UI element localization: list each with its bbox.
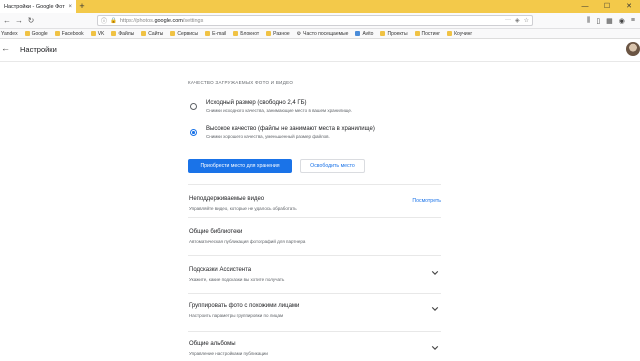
radio-original[interactable] xyxy=(190,103,197,110)
back-arrow-icon[interactable]: ← xyxy=(1,43,10,53)
address-bar[interactable]: ⓘ 🔒 https://photos.google.com/settings ·… xyxy=(97,15,533,26)
row-subtitle: Управляйте видео, которые не удалось обр… xyxy=(189,206,297,211)
avatar[interactable] xyxy=(626,42,640,56)
bookmark-avito[interactable]: Avito xyxy=(355,31,373,37)
folder-icon xyxy=(170,31,176,36)
buy-storage-button[interactable]: Приобрести место для хранения xyxy=(188,159,292,173)
library-icon[interactable]: ⫼ xyxy=(587,17,590,25)
bookmark-services[interactable]: Сервисы xyxy=(170,31,198,37)
option-title: Высокое качество (файлы не занимают мест… xyxy=(206,126,375,132)
minimize-button[interactable]: — xyxy=(574,0,596,13)
option-title: Исходный размер (свободно 2,4 ГБ) xyxy=(206,100,307,106)
row-subtitle: Настроить параметры группировки по лицам xyxy=(189,313,284,318)
avito-icon xyxy=(355,31,361,36)
more-actions-icon[interactable]: ··· xyxy=(505,17,511,24)
free-up-space-button[interactable]: Освободить место xyxy=(300,159,365,173)
folder-icon xyxy=(205,31,211,36)
bookmark-star-icon[interactable]: ☆ xyxy=(524,17,529,24)
bookmark-google[interactable]: Google xyxy=(24,31,48,37)
tab-close-icon[interactable]: × xyxy=(68,4,72,10)
bookmark-misc[interactable]: Разное xyxy=(266,31,290,37)
folder-icon xyxy=(447,31,453,36)
chevron-down-icon[interactable] xyxy=(431,269,439,277)
bookmark-email[interactable]: E-mail xyxy=(205,31,226,37)
forward-arrow-icon[interactable]: → xyxy=(15,16,23,25)
bookmark-most-visited[interactable]: ⚙ Часто посещаемые xyxy=(297,31,349,37)
new-tab-button[interactable]: + xyxy=(76,0,88,13)
section-label: КАЧЕСТВО ЗАГРУЖАЕМЫХ ФОТО И ВИДЕО xyxy=(188,80,294,85)
bookmarks-bar: Yandex Google Facebook VK Файлы Сайты Се… xyxy=(0,29,640,39)
browser-toolbar: ← → ↻ ⓘ 🔒 https://photos.google.com/sett… xyxy=(0,13,640,29)
row-subtitle: Автоматическая публикация фотографий для… xyxy=(189,239,306,244)
pocket-icon[interactable]: ◈ xyxy=(515,17,520,24)
profile-icon[interactable]: ◉ xyxy=(619,17,625,25)
row-assistant-suggestions[interactable]: Подсказки Ассистента Укажите, какие подс… xyxy=(188,255,441,293)
folder-icon xyxy=(54,31,60,36)
row-title: Подсказки Ассистента xyxy=(189,267,252,273)
bookmark-yandex[interactable]: Yandex xyxy=(1,31,18,37)
folder-icon xyxy=(90,31,96,36)
gear-icon: ⚙ xyxy=(296,30,302,37)
folder-icon xyxy=(111,31,117,36)
row-face-grouping[interactable]: Группировать фото с похожими лицами Наст… xyxy=(188,293,441,331)
reload-icon[interactable]: ↻ xyxy=(27,16,35,25)
radio-high-quality[interactable] xyxy=(190,129,197,136)
bookmark-posting[interactable]: Постинг xyxy=(414,31,440,37)
row-shared-albums[interactable]: Общие альбомы Управление настройками пуб… xyxy=(188,331,441,361)
bookmark-facebook[interactable]: Facebook xyxy=(54,31,84,37)
app-header: ← Настройки xyxy=(0,40,640,62)
bookmark-coaching[interactable]: Коучинг xyxy=(447,31,472,37)
chevron-down-icon[interactable] xyxy=(431,305,439,313)
back-arrow-icon[interactable]: ← xyxy=(3,16,11,25)
option-original-quality[interactable]: Исходный размер (свободно 2,4 ГБ) Снимки… xyxy=(190,100,352,113)
maximize-button[interactable]: ☐ xyxy=(596,0,618,13)
bookmark-notepad[interactable]: Блокнот xyxy=(233,31,259,37)
page-title: Настройки xyxy=(20,45,57,54)
bookmark-sites[interactable]: Сайты xyxy=(141,31,163,37)
extension-icon[interactable]: ▦ xyxy=(606,17,613,25)
folder-icon xyxy=(141,31,147,36)
bookmark-vk[interactable]: VK xyxy=(90,31,104,37)
view-link[interactable]: Посмотреть xyxy=(412,198,441,204)
row-title: Общие библиотеки xyxy=(189,229,243,235)
option-subtitle: Снимки исходного качества, занимающие ме… xyxy=(206,108,353,113)
bookmark-projects[interactable]: Проекты xyxy=(380,31,408,37)
browser-tab[interactable]: Настройки - Google Фото × xyxy=(0,0,76,13)
window-controls: — ☐ ✕ xyxy=(574,0,640,13)
row-title: Группировать фото с похожими лицами xyxy=(189,303,300,309)
folder-icon xyxy=(24,31,30,36)
info-icon[interactable]: ⓘ xyxy=(101,16,107,25)
option-high-quality[interactable]: Высокое качество (файлы не занимают мест… xyxy=(190,126,375,139)
bookmark-files[interactable]: Файлы xyxy=(111,31,134,37)
row-shared-libraries[interactable]: Общие библиотеки Автоматическая публикац… xyxy=(188,217,441,255)
folder-icon xyxy=(233,31,239,36)
folder-icon xyxy=(414,31,420,36)
tab-title: Настройки - Google Фото xyxy=(4,3,66,10)
option-subtitle: Снимки хорошего качества, уменьшенный ра… xyxy=(206,134,330,139)
tab-bar: Настройки - Google Фото × + — ☐ ✕ xyxy=(0,0,640,13)
row-subtitle: Укажите, какие подсказки вы хотите получ… xyxy=(189,277,285,282)
close-window-button[interactable]: ✕ xyxy=(618,0,640,13)
row-title: Неподдерживаемые видео xyxy=(189,196,265,202)
url-text[interactable]: https://photos.google.com/settings xyxy=(120,18,502,24)
chevron-down-icon[interactable] xyxy=(431,344,439,352)
lock-icon: 🔒 xyxy=(110,17,117,24)
folder-icon xyxy=(266,31,272,36)
row-subtitle: Управление настройками публикации xyxy=(189,351,268,356)
row-title: Общие альбомы xyxy=(189,341,236,347)
folder-icon xyxy=(380,31,386,36)
sidebar-icon[interactable]: ▯ xyxy=(596,17,600,25)
menu-icon[interactable]: ≡ xyxy=(631,17,635,25)
